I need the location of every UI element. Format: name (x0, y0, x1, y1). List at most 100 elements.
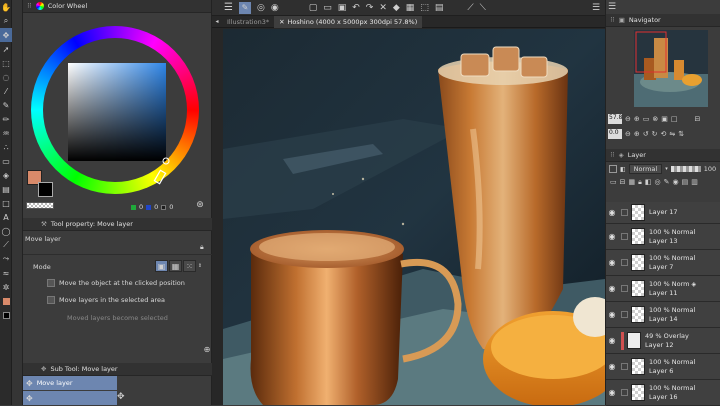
dropdown-icon[interactable]: ▾ (665, 166, 668, 172)
layer-checkbox[interactable] (621, 285, 628, 292)
undo-icon[interactable]: ↶ (352, 3, 360, 13)
ruler-toggle-icon[interactable]: ⟍ (480, 3, 486, 13)
color-settings-icon[interactable]: ⊛ (195, 200, 205, 210)
fill-icon[interactable]: ◈ (0, 168, 12, 182)
mask-icon[interactable]: ◧ (645, 178, 652, 186)
zoom-value[interactable]: 57.8 (608, 114, 622, 124)
layer-checkbox[interactable] (621, 363, 628, 370)
visibility-eye-icon[interactable]: ◉ (606, 232, 618, 241)
visibility-eye-icon[interactable]: ◉ (606, 284, 618, 293)
grip-icon[interactable]: ⠿ (27, 2, 32, 10)
balloon-icon[interactable]: ◯ (0, 224, 12, 238)
layer-row[interactable]: ◉ 100 % Normal Layer 14 (606, 302, 720, 328)
clip-icon[interactable]: ⊟ (620, 178, 626, 186)
layer-row[interactable]: ◉ 100 % Normal Layer 6 (606, 354, 720, 380)
pencil-icon[interactable]: ✏ (0, 112, 12, 126)
flip-icon[interactable]: ⊟ (695, 115, 701, 123)
tool-property-header[interactable]: ⚒ Tool property: Move layer (23, 218, 212, 231)
layer-row[interactable]: ◉ 100 % Norm ◈ Layer 11 (606, 276, 720, 302)
open-folder-icon[interactable]: ▭ (323, 3, 332, 13)
flip-vertical-icon[interactable]: ⇅ (678, 130, 684, 138)
sub-tool-item-next[interactable]: ✥ (23, 391, 117, 405)
visibility-eye-icon[interactable]: ◉ (606, 208, 618, 217)
brush-icon[interactable]: ♒ (0, 126, 12, 140)
delete-layer-icon[interactable]: ▥ (691, 178, 698, 186)
fill-bucket-icon[interactable]: ◆ (393, 3, 400, 13)
close-icon[interactable]: ✕ (279, 18, 284, 26)
airbrush-icon[interactable]: ∴ (0, 140, 12, 154)
correct-line-icon[interactable]: ⤳ (0, 252, 12, 266)
selection-tool-icon[interactable]: ✎ (238, 1, 251, 14)
layer-mode-icon[interactable] (609, 165, 617, 173)
actual-size-icon[interactable]: ▣ (661, 115, 668, 123)
grip-icon[interactable]: ⠿ (610, 16, 615, 24)
mode-layer-icon[interactable]: ▣ (155, 260, 168, 272)
lock-transparent-icon[interactable]: ▦ (629, 178, 636, 186)
folder-icon[interactable]: ▤ (682, 178, 689, 186)
wand-icon[interactable]: ⟋ (467, 3, 473, 13)
save-icon[interactable]: ▣ (338, 3, 347, 13)
hand-icon[interactable]: ✋ (0, 0, 12, 14)
redo-icon[interactable]: ↷ (366, 3, 374, 13)
main-color-mini-icon[interactable] (0, 294, 12, 308)
show-hide-icon[interactable]: ◎ (257, 3, 265, 13)
reference-icon[interactable]: ◎ (654, 178, 660, 186)
option-row-click-position[interactable]: Move the object at the clicked position (47, 279, 185, 287)
zoom-out-icon[interactable]: ⊖ (625, 115, 631, 123)
layer-mode-expand-icon[interactable]: ◧ (620, 166, 626, 173)
down-arrow-icon[interactable]: ⊕ (202, 344, 212, 354)
mode-grid-icon[interactable]: ▦ (169, 260, 182, 272)
layer-row[interactable]: ◉ 100 % Normal Layer 13 (606, 224, 720, 250)
selection-icon[interactable]: ⬚ (0, 56, 12, 70)
mode-dots-icon[interactable]: ⁙ (183, 260, 196, 272)
visibility-eye-icon[interactable]: ◉ (606, 388, 618, 397)
layer-checkbox[interactable] (621, 259, 628, 266)
angle-value[interactable]: 0.0 (608, 129, 622, 139)
pen-icon[interactable]: ✎ (0, 98, 12, 112)
sub-color-mini-icon[interactable] (0, 308, 12, 322)
layer-row[interactable]: ◉ 100 % Normal Layer 16 (606, 380, 720, 406)
rotate-ccw-icon[interactable]: ↺ (643, 130, 649, 138)
blend-mode-select[interactable]: Normal (628, 164, 663, 174)
layer-row[interactable]: ◉ 49 % Overlay Layer 12 (606, 328, 720, 354)
blend-icon[interactable]: ≈ (0, 266, 12, 280)
clear-icon[interactable]: ✕ (379, 3, 387, 13)
checkbox[interactable] (47, 279, 55, 287)
rotate-reset-icon[interactable]: ⟲ (661, 130, 667, 138)
navigator-preview[interactable] (634, 30, 708, 107)
canvas-menu-icon[interactable]: ☰ (592, 3, 600, 13)
color-wheel-header[interactable]: ⠿ Color Wheel (23, 0, 211, 13)
layer-checkbox[interactable] (621, 209, 628, 216)
zoom-fit-icon[interactable]: ▭ (643, 115, 650, 123)
layer-select-icon[interactable]: ▤ (435, 3, 444, 13)
visibility-eye-icon[interactable]: ◉ (606, 310, 618, 319)
decoration-icon[interactable]: ✲ (0, 280, 12, 294)
tab-scroll-left-icon[interactable]: ◂ (212, 18, 222, 25)
record-icon[interactable]: ◉ (271, 3, 279, 13)
grip-icon[interactable]: ⠿ (610, 151, 615, 159)
rotate-right-icon[interactable]: ⊕ (634, 130, 640, 138)
gradient-icon[interactable]: ▤ (0, 182, 12, 196)
palette-color-icon[interactable]: ◉ (672, 178, 678, 186)
text-icon[interactable]: A (0, 210, 12, 224)
transparent-color-swatch[interactable] (26, 202, 54, 209)
layer-row[interactable]: ◉ 100 % Normal Layer 7 (606, 250, 720, 276)
lasso-icon[interactable]: ◌ (0, 70, 12, 84)
ruler-icon[interactable]: ⟋ (0, 238, 12, 252)
lock-layer-icon[interactable]: 🔒︎ (638, 178, 642, 187)
transform-icon[interactable]: ▦ (406, 3, 415, 13)
layer-checkbox[interactable] (621, 233, 628, 240)
sub-color-swatch[interactable] (38, 182, 53, 197)
canvas-artwork[interactable] (223, 29, 605, 405)
sub-tool-header[interactable]: ✥ Sub Tool: Move layer (23, 363, 212, 376)
fit-window-icon[interactable]: □ (671, 115, 678, 123)
opacity-slider[interactable] (670, 166, 701, 172)
figure-icon[interactable]: □ (0, 196, 12, 210)
layer-checkbox[interactable] (621, 311, 628, 318)
layer-checkbox[interactable] (621, 389, 628, 396)
tab-illustration3[interactable]: Illustration3* (222, 16, 274, 28)
checkbox[interactable] (47, 296, 55, 304)
navigator-header[interactable]: ⠿ ▣ Navigator (606, 14, 720, 27)
layer-row[interactable]: ◉ Layer 17 (606, 202, 720, 224)
zoom-icon[interactable]: ⌕ (0, 14, 12, 28)
